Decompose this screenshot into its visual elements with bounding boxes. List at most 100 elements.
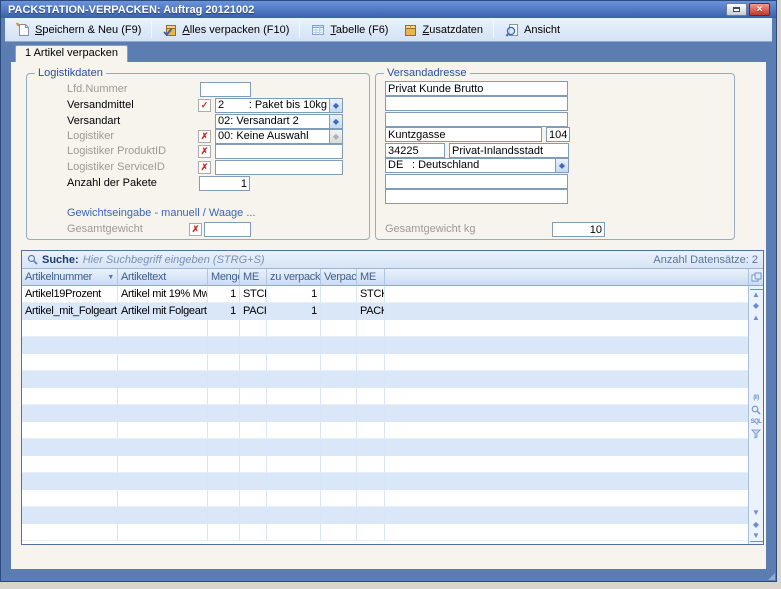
grid-header-row: Artikelnummer▼ArtikeltextMengeMEzu verpa… (22, 269, 748, 286)
diamond-spinner-icon: ◆ (333, 133, 339, 141)
row-up-icon[interactable]: ▲ (750, 312, 763, 324)
cell (118, 354, 208, 371)
close-button[interactable]: × (749, 3, 770, 16)
search-icon[interactable] (750, 404, 763, 416)
ort-field[interactable] (449, 143, 569, 158)
cell (267, 456, 321, 473)
save-new-button[interactable]: Speichern & Neu (F9) (9, 20, 147, 40)
cell (22, 405, 118, 422)
name3-field[interactable] (385, 112, 568, 127)
cell (357, 371, 385, 388)
cell (240, 371, 267, 388)
logistiker-serviceid-field[interactable] (215, 160, 343, 175)
column-header-6[interactable]: Verpackt (321, 269, 357, 286)
land-combo[interactable]: DE: Deutschland ◆ (385, 158, 569, 173)
name1-field[interactable] (385, 81, 568, 96)
cell (267, 524, 321, 541)
column-header-1[interactable]: Artikelnummer▼ (22, 269, 118, 286)
table-row[interactable]: Artikel_mit_FolgeartikelArtikel mit Folg… (22, 303, 748, 320)
row-down-icon[interactable]: ▼ (750, 507, 763, 519)
cell: PACK (240, 303, 267, 320)
strasse-field[interactable] (385, 127, 542, 142)
cell-filler (385, 337, 748, 354)
cell (321, 507, 357, 524)
cell-filler (385, 371, 748, 388)
land-text: : Deutschland (412, 159, 479, 172)
plz-field[interactable] (385, 143, 445, 158)
column-header-3[interactable]: Menge (208, 269, 240, 286)
gewichtseingabe-link[interactable]: Gewichtseingabe - manuell / Waage ... (67, 206, 256, 221)
versandart-combo[interactable]: 02: Versandart 2 ◆ (215, 114, 343, 129)
scroll-top-icon[interactable]: ▲ (750, 289, 763, 300)
grid-search-bar[interactable]: Suche: Hier Suchbegriff eingeben (STRG+S… (22, 251, 763, 269)
cell (267, 337, 321, 354)
versandmittel-text: : Paket bis 10kg (249, 99, 327, 112)
table-button[interactable]: Tabelle (F6) (304, 20, 394, 40)
versandmittel-dropdown-button[interactable]: ◆ (329, 99, 342, 112)
lfd-nummer-field[interactable] (200, 82, 251, 97)
search-placeholder[interactable]: Hier Suchbegriff eingeben (STRG+S) (83, 254, 265, 266)
cell: 1 (267, 286, 321, 303)
restore-button[interactable] (726, 3, 747, 16)
logistiker-produktid-field[interactable] (215, 144, 343, 159)
anzahl-pakete-field[interactable] (199, 176, 250, 191)
gesamtgewicht-label: Gesamtgewicht (67, 222, 143, 237)
resize-grip[interactable] (768, 573, 775, 580)
view-button-label: Ansicht (524, 24, 560, 36)
column-header-5[interactable]: zu verpacke (267, 269, 321, 286)
cell (267, 439, 321, 456)
scroll-bottom-icon[interactable]: ▼ (750, 531, 763, 542)
versandart-text: 02: Versandart 2 (216, 115, 329, 128)
additional-data-button[interactable]: Zusatzdaten (396, 20, 489, 40)
table-empty-row (22, 371, 748, 388)
cell: STCK (357, 286, 385, 303)
cell-filler (385, 286, 748, 303)
save-new-button-label: Speichern & Neu (F9) (35, 24, 141, 36)
cell (321, 388, 357, 405)
filter-icon[interactable] (750, 428, 763, 440)
versandmittel-combo[interactable]: 2: Paket bis 10kg ◆ (215, 98, 343, 113)
gesamtgewicht-field[interactable] (204, 222, 251, 237)
zusatz1-field[interactable] (385, 174, 568, 189)
app-window: PACKSTATION-VERPACKEN: Auftrag 20121002 … (0, 0, 777, 582)
view-button[interactable]: Ansicht (498, 20, 566, 40)
cell-filler (385, 422, 748, 439)
cell (267, 507, 321, 524)
cell-filler (385, 320, 748, 337)
page-up-icon[interactable]: ◆ (750, 300, 763, 312)
column-header-4[interactable]: ME (240, 269, 267, 286)
sql-icon[interactable]: SQL (750, 416, 763, 428)
toolbar-separator (493, 21, 494, 38)
grid-table: Artikelnummer▼ArtikeltextMengeMEzu verpa… (22, 269, 748, 544)
cell (22, 354, 118, 371)
column-chooser-button[interactable] (749, 269, 763, 286)
tab-artikel-verpacken[interactable]: 1 Artikel verpacken (15, 45, 128, 62)
table-empty-row (22, 388, 748, 405)
cell (240, 354, 267, 371)
zusatz2-field[interactable] (385, 189, 568, 204)
cell (240, 473, 267, 490)
pack-all-button[interactable]: Alles verpacken (F10) (156, 20, 295, 40)
cell-filler (385, 507, 748, 524)
column-header-2[interactable]: Artikeltext (118, 269, 208, 286)
titlebar[interactable]: PACKSTATION-VERPACKEN: Auftrag 20121002 … (1, 1, 776, 18)
cell (357, 507, 385, 524)
table-button-label: Tabelle (F6) (330, 24, 388, 36)
land-dropdown-button[interactable]: ◆ (555, 159, 568, 172)
cell (22, 473, 118, 490)
page-down-icon[interactable]: ◆ (750, 519, 763, 531)
column-header-7[interactable]: ME (357, 269, 385, 286)
search-label: Suche: (42, 254, 79, 266)
table-row[interactable]: Artikel19ProzentArtikel mit 19% MwSt.1ST… (22, 286, 748, 303)
diamond-spinner-icon: ◆ (333, 118, 339, 126)
cell (118, 439, 208, 456)
cell (208, 422, 240, 439)
cell (267, 490, 321, 507)
gesamtgewicht-kg-field[interactable] (552, 222, 605, 237)
cell: Artikel mit 19% MwSt. (118, 286, 208, 303)
hausnummer-field[interactable] (546, 127, 570, 142)
x-flag-icon: ✗ (198, 145, 211, 158)
versandart-dropdown-button[interactable]: ◆ (329, 115, 342, 128)
name2-field[interactable] (385, 96, 568, 111)
fit-columns-icon[interactable]: (‖) (750, 392, 763, 404)
